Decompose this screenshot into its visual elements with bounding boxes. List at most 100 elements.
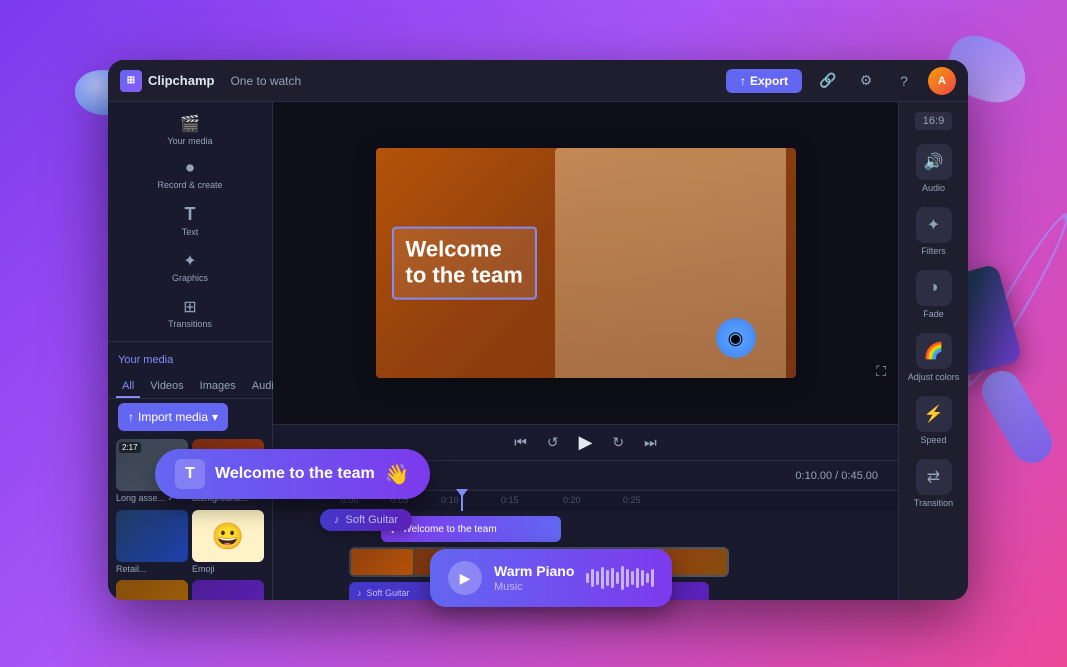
rewind-button[interactable]: ↺ [543,430,563,455]
media-thumb-4: 😀 [192,510,264,562]
media-duration-1: 2:17 [119,442,141,453]
sidebar: 🎬 Your media ⏺ Record & create T Text ✦ … [108,102,273,600]
wave-bar-12 [641,570,644,586]
audio-note-icon: ♪ [357,588,362,598]
user-avatar[interactable]: A [928,67,956,95]
fade-panel-icon: ◑ [916,270,952,306]
floating-text-pill[interactable]: T Welcome to the team 👋 [155,449,430,499]
wave-bar-5 [606,570,609,586]
tab-images[interactable]: Images [194,376,242,398]
media-item-background2[interactable]: Background... ▾ [192,580,264,600]
media-label-3: Retail... [116,562,188,576]
colors-panel-label: Adjust colors [908,372,960,382]
time-display: 0:10.00 / 0:45.00 [795,470,878,482]
waveform [586,564,654,592]
ruler-0-15: 0:15 [501,495,519,505]
text-track-label: Welcome to the team [402,524,496,535]
playhead[interactable] [461,491,463,511]
wave-bar-7 [616,572,619,584]
sidebar-item-graphics[interactable]: ✦ Graphics [112,245,268,289]
import-media-button[interactable]: ↑ Import media ▾ [118,403,228,431]
hand-cursor-icon: 👋 [385,462,410,487]
wave-bar-13 [646,573,649,583]
settings-button[interactable]: ⚙ [852,67,880,95]
audio-track-label: Soft Guitar [367,588,410,598]
panel-item-transition[interactable]: ⇄ Transition [914,459,953,508]
panel-item-speed[interactable]: ⚡ Speed [916,396,952,445]
playhead-triangle [456,489,468,497]
piano-play-button[interactable]: ▶ [448,561,482,595]
media-thumb-5 [116,580,188,600]
colors-panel-icon: 🌈 [916,333,952,369]
ruler-0-25: 0:25 [623,495,641,505]
video-frame: Welcome to the team ◉ [376,148,796,378]
piano-title: Warm Piano [494,563,574,579]
chevron-down-icon: ▾ [212,410,218,424]
media-thumb-6 [192,580,264,600]
wave-bar-9 [626,569,629,587]
sidebar-item-transitions[interactable]: ⊞ Transitions [112,291,268,335]
video-frame-1 [351,549,413,575]
media-item-sandstone[interactable]: Sandstone... [116,580,188,600]
video-text-line1: Welcome [406,237,523,263]
wave-bar-3 [596,571,599,585]
panel-item-adjust-colors[interactable]: 🌈 Adjust colors [908,333,960,382]
media-label-4: Emoji [192,562,264,576]
skip-to-start-button[interactable]: ⏮ [510,430,531,455]
sidebar-item-record[interactable]: ⏺ Record & create [112,154,268,196]
sidebar-item-your-media[interactable]: 🎬 Your media [112,108,268,152]
pill-text-icon: T [175,459,205,489]
media-item-emoji[interactable]: 😀 Emoji [192,510,264,576]
fade-panel-label: Fade [923,309,944,319]
panel-item-fade[interactable]: ◑ Fade [916,270,952,319]
speed-panel-label: Speed [920,435,946,445]
import-icon: ↑ [128,410,134,424]
logo-icon: ⊞ [120,70,142,92]
fast-forward-button[interactable]: ↻ [608,430,628,455]
video-preview: Welcome to the team ◉ ⛶ [273,102,898,424]
graphics-icon: ✦ [183,251,196,271]
tab-all[interactable]: All [116,376,140,398]
panel-item-audio[interactable]: 🔊 Audio [916,144,952,193]
export-button[interactable]: ↑ Export [726,69,802,93]
video-frame-6 [665,549,727,575]
floating-soft-guitar[interactable]: ♪ Soft Guitar [320,509,412,531]
media-icon: 🎬 [180,114,200,134]
audio-panel-icon: 🔊 [916,144,952,180]
video-text-overlay[interactable]: Welcome to the team [392,227,537,300]
skip-to-end-button[interactable]: ⏭ [640,430,661,455]
wave-bar-14 [651,569,654,587]
panel-item-filters[interactable]: ✦ Filters [916,207,952,256]
wave-bar-1 [586,573,589,583]
your-media-label: Your media [108,346,272,370]
main-content: 🎬 Your media ⏺ Record & create T Text ✦ … [108,102,968,600]
audio-panel-label: Audio [922,183,945,193]
piano-info: Warm Piano Music [494,563,574,593]
soft-guitar-label: Soft Guitar [346,514,399,526]
record-icon: ⏺ [186,160,194,178]
help-button[interactable]: ? [890,67,918,95]
share-button[interactable]: 🔗 [814,67,842,95]
app-title: Clipchamp [148,73,214,88]
wave-bar-6 [611,568,614,588]
upload-icon: ↑ [740,74,746,88]
play-button[interactable]: ▶ [575,428,597,457]
project-name[interactable]: One to watch [230,74,301,88]
wave-bar-4 [601,567,604,589]
ratio-badge[interactable]: 16:9 [915,112,952,130]
filters-panel-label: Filters [921,246,946,256]
speed-panel-icon: ⚡ [916,396,952,432]
tab-videos[interactable]: Videos [144,376,189,398]
wave-bar-11 [636,568,639,588]
video-text-line2: to the team [406,263,523,289]
floating-warm-piano[interactable]: ▶ Warm Piano Music [430,549,672,607]
fullscreen-button[interactable]: ⛶ [876,363,886,380]
top-bar: ⊞ Clipchamp One to watch ↑ Export 🔗 ⚙ ? … [108,60,968,102]
filters-panel-icon: ✦ [916,207,952,243]
text-icon: T [185,204,196,225]
media-thumb-3 [116,510,188,562]
monitor: ⊞ Clipchamp One to watch ↑ Export 🔗 ⚙ ? … [108,60,968,600]
wave-bar-2 [591,569,594,587]
sidebar-item-text[interactable]: T Text [112,198,268,243]
media-item-retail[interactable]: Retail... [116,510,188,576]
